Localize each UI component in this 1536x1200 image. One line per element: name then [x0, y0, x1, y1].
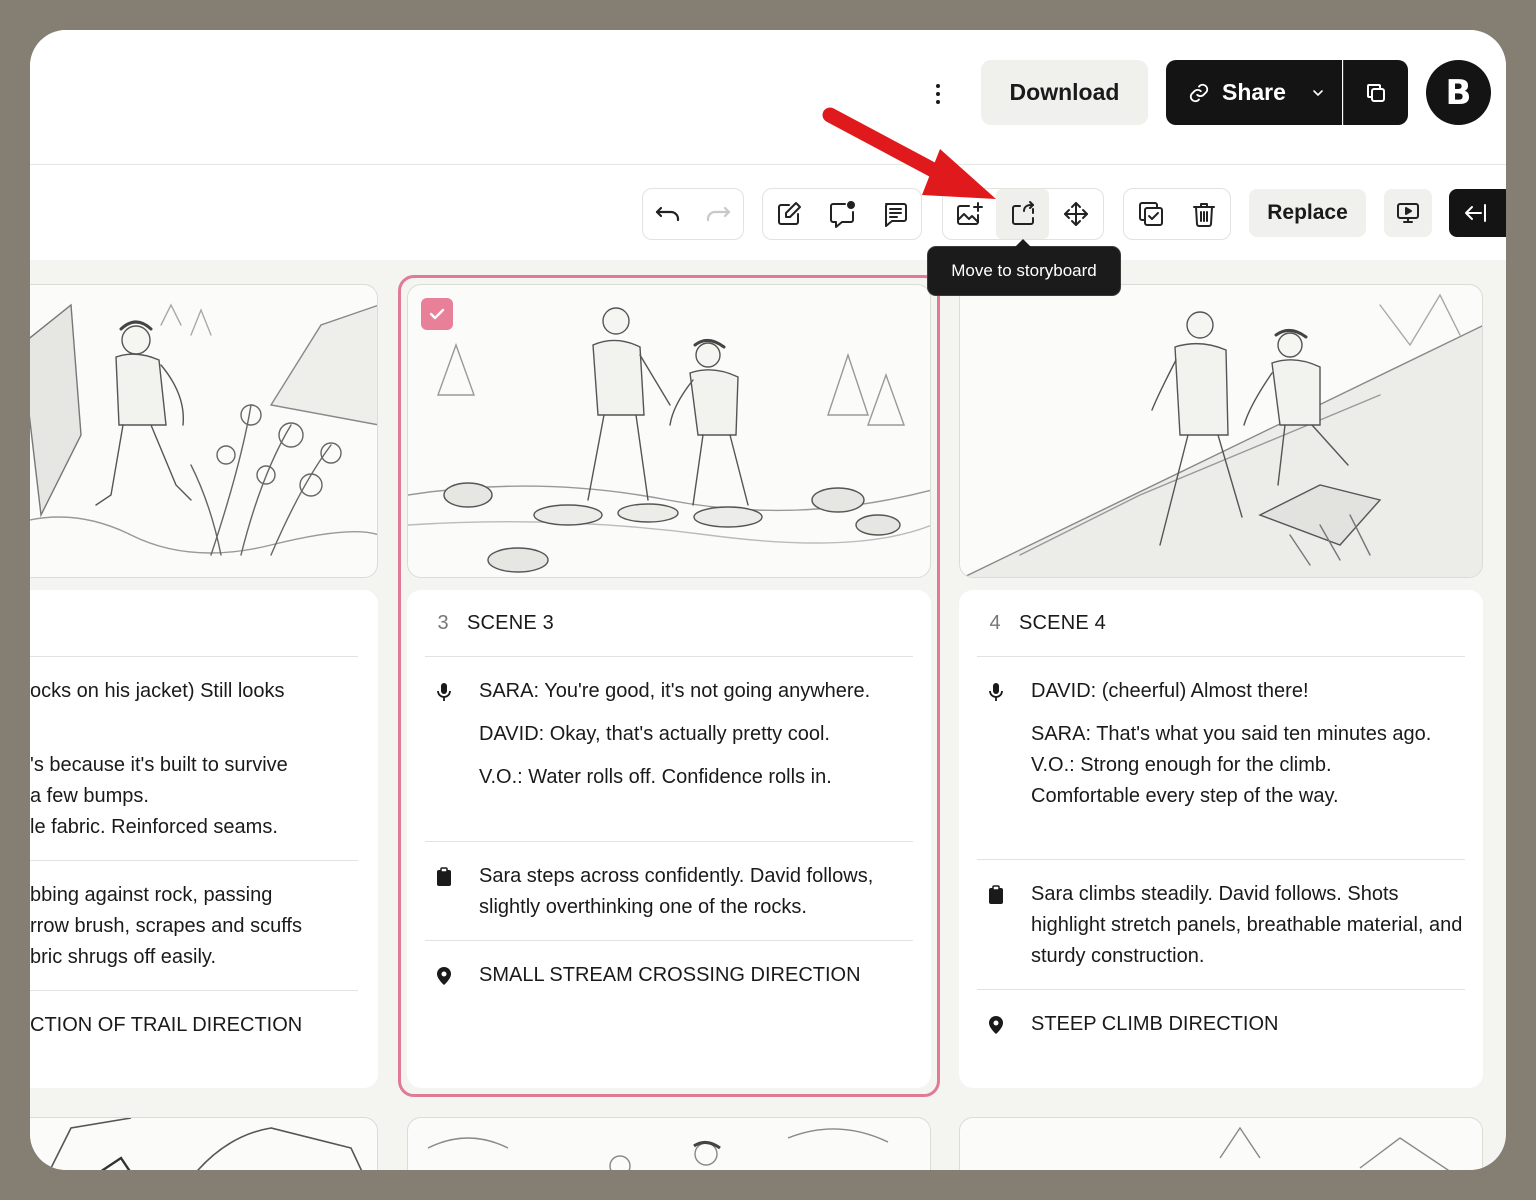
scene-header: 4 SCENE 4 [959, 590, 1483, 656]
trash-icon [1192, 203, 1215, 227]
action-text: Sara steps across confidently. David fol… [479, 865, 874, 918]
sketch-stream-crossing [408, 307, 930, 573]
dialogue-line: DAVID: Okay, that's actually pretty cool… [479, 723, 830, 745]
delete-button[interactable] [1177, 189, 1230, 239]
copy-icon [1367, 83, 1385, 102]
present-icon [1397, 203, 1419, 223]
dialogue-line: Comfortable every step of the way. [1031, 785, 1339, 807]
frame-toolbar: Replace [30, 165, 1506, 260]
dialogue-line: V.O.: Strong enough for the climb. [1031, 754, 1332, 776]
frame-details-4: 4 SCENE 4 DAVID: (cheerful) Almost there… [959, 590, 1483, 1088]
clipboard-icon [989, 885, 1003, 904]
location-pin-icon [989, 1016, 1003, 1034]
annotation-arrow-icon [822, 107, 996, 199]
redo-icon [706, 206, 731, 222]
location-text: STEEP CLIMB DIRECTION [1031, 1013, 1279, 1035]
dialogue-line: V.O.: Water rolls off. Confidence rolls … [479, 766, 832, 788]
location-pin-icon [437, 967, 451, 985]
frame-image-4[interactable] [959, 284, 1483, 578]
duplicate-button[interactable] [1124, 189, 1177, 239]
frame-details-3: 3 SCENE 3 SARA: You're good, it's not go… [407, 590, 931, 1088]
selection-group [1123, 188, 1231, 240]
move-icon [1063, 202, 1088, 226]
scene-title[interactable]: SCENE 4 [1019, 612, 1106, 635]
location-line: CTION OF TRAIL DIRECTION [30, 1014, 303, 1036]
scene-header: 3 SCENE 3 [407, 590, 931, 656]
move-to-storyboard-icon [1011, 201, 1034, 225]
microphone-icon [437, 683, 451, 701]
sketch-hiker-brush [30, 303, 377, 556]
collapse-panel-button[interactable] [1449, 189, 1506, 237]
check-icon [429, 308, 445, 320]
tooltip: Move to storyboard [927, 239, 1121, 296]
dialogue-line: a few bumps. [30, 785, 149, 807]
present-button[interactable] [1384, 189, 1432, 237]
action-line: rrow brush, scrapes and scuffs [30, 915, 302, 937]
dialogue-line: SARA: You're good, it's not going anywhe… [479, 680, 871, 702]
sketch-steep-climb [962, 293, 1482, 577]
top-bar: Download Share B [30, 30, 1506, 165]
replace-button[interactable]: Replace [1249, 189, 1366, 237]
share-button[interactable]: Share [1166, 60, 1342, 125]
undo-button[interactable] [643, 189, 693, 239]
dialogue-line: 's because it's built to survive [30, 754, 288, 776]
dialogue-line: ocks on his jacket) Still looks [30, 680, 285, 702]
duplicate-check-icon [1138, 202, 1163, 226]
link-icon [1189, 83, 1209, 102]
frame-image-2[interactable] [30, 284, 378, 578]
frame-image-5[interactable] [30, 1117, 378, 1170]
frame-image-6[interactable] [407, 1117, 931, 1170]
undo-icon [655, 206, 680, 222]
microphone-icon [989, 683, 1003, 701]
dialogue-line: SARA: That's what you said ten minutes a… [1031, 723, 1432, 745]
frame-details-2: ocks on his jacket) Still looks 's becau… [30, 590, 378, 1088]
share-label: Share [1222, 79, 1286, 105]
dialogue-line: le fabric. Reinforced seams. [30, 816, 278, 838]
action-line: bbing against rock, passing [30, 884, 273, 906]
redo-button[interactable] [693, 189, 743, 239]
action-text: Sara climbs steadily. David follows. Sho… [1031, 883, 1463, 967]
sketch-hikers-rest [427, 1128, 889, 1170]
sketch-backpack-closeup [49, 1118, 363, 1170]
location-text: SMALL STREAM CROSSING DIRECTION [479, 964, 861, 986]
dialogue-line: DAVID: (cheerful) Almost there! [1031, 680, 1309, 702]
avatar[interactable]: B [1426, 60, 1491, 125]
move-button[interactable] [1049, 189, 1102, 239]
app-window: Download Share B Replace Move to storybo… [30, 30, 1506, 1170]
history-group [642, 188, 744, 240]
chevron-down-icon[interactable] [1310, 85, 1326, 101]
scene-title[interactable]: SCENE 3 [467, 612, 554, 635]
scene-number: 3 [437, 611, 449, 634]
action-line: bric shrugs off easily. [30, 946, 217, 968]
frame-checkbox[interactable] [421, 298, 453, 330]
collapse-left-icon [1465, 204, 1486, 222]
frame-image-3[interactable] [407, 284, 931, 578]
frame-image-7[interactable] [959, 1117, 1483, 1170]
clipboard-icon [437, 867, 451, 886]
copy-link-button[interactable] [1343, 60, 1408, 125]
scene-number: 4 [989, 611, 1001, 634]
sketch-forest-camp [1219, 1126, 1450, 1170]
